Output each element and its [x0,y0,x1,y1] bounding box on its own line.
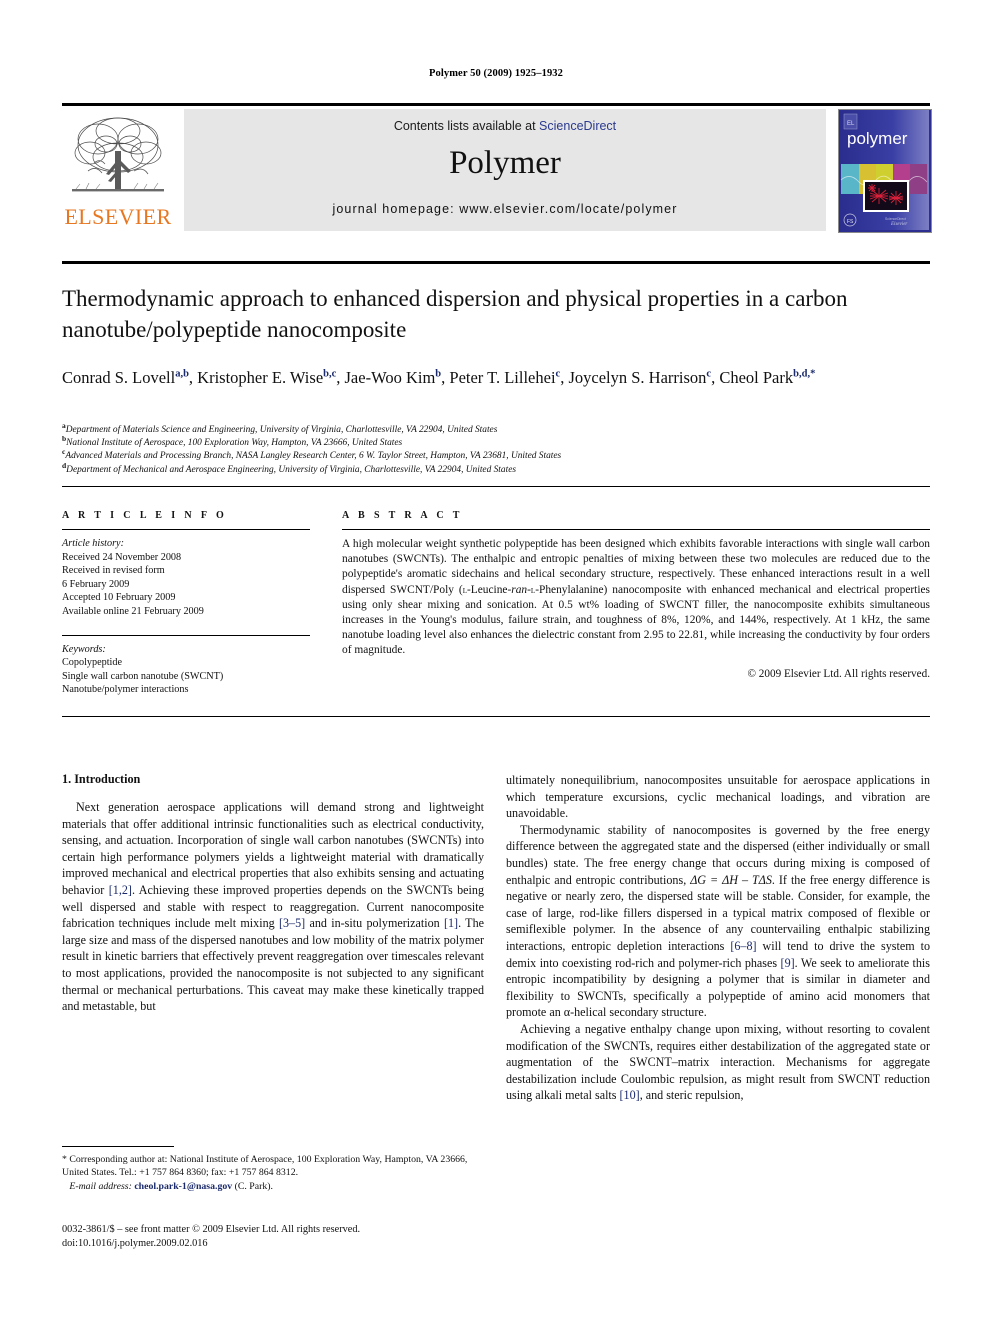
imprint-block: 0032-3861/$ – see front matter © 2009 El… [62,1223,532,1252]
intro-p3-b: , and steric repulsion, [639,1088,744,1103]
intro-paragraph-1-continued: ultimately nonequilibrium, nanocomposite… [506,773,930,821]
sciencedirect-link[interactable]: ScienceDirect [539,119,616,133]
abstract-part-2: -Leucine- [467,583,512,596]
svg-text:EL: EL [847,121,855,127]
svg-text:polymer: polymer [847,129,908,148]
affiliation-list: aDepartment of Materials Science and Eng… [62,422,942,477]
intro-paragraph-1: Next generation aerospace applications w… [62,799,484,1015]
title-divider [62,261,930,264]
affiliation-item: dDepartment of Mechanical and Aerospace … [62,461,942,477]
paper-page: Polymer 50 (2009) 1925–1932 ELSEVIER Con… [0,0,992,1323]
page-title: Thermodynamic approach to enhanced dispe… [62,286,848,342]
running-head: Polymer 50 (2009) 1925–1932 [428,68,564,79]
history-item: 6 February 2009 [62,578,130,590]
keyword-item: Single wall carbon nanotube (SWCNT) [62,670,224,682]
elsevier-tree-icon [68,111,168,203]
keywords-label: Keywords: [62,643,106,655]
affiliation-text: Department of Materials Science and Engi… [65,425,498,435]
body-column-right: ultimately nonequilibrium, nanocomposite… [506,772,930,1104]
journal-masthead: ELSEVIER Contents lists available at Sci… [62,103,932,233]
contents-band: Contents lists available at ScienceDirec… [184,109,826,231]
affiliation-item: bNational Institute of Aerospace, 100 Ex… [62,435,942,450]
elsevier-logo: ELSEVIER [62,109,174,231]
intro-paragraph-2: Thermodynamic stability of nanocomposite… [506,822,930,1021]
citation-10[interactable]: [10] [620,1088,640,1102]
article-info-rule [62,529,310,530]
footnote-rule [62,1146,174,1147]
affiliation-item: aDepartment of Materials Science and Eng… [62,422,942,437]
citation-9[interactable]: [9] [781,956,795,970]
email-address-label: E-mail address: [69,1180,132,1192]
affiliation-item: cAdvanced Materials and Processing Branc… [62,448,942,463]
citation-6-8[interactable]: [6–8] [730,939,756,953]
masthead-top-rule [62,103,930,106]
abstract-rule [342,529,930,530]
email-link[interactable]: cheol.park-1@nasa.gov [134,1181,232,1192]
svg-text:ScienceDirect: ScienceDirect [885,217,906,221]
info-bottom-rule [62,716,930,717]
abstract-ran-italic: ran [511,583,528,596]
abstract-text: A high molecular weight synthetic polype… [342,537,930,659]
free-energy-equation: ΔG = ΔH – TΔS [690,872,772,887]
corresponding-author-text: Corresponding author at: National Instit… [62,1154,468,1179]
article-history-label: Article history: [62,538,124,549]
keyword-item: Copolypeptide [62,657,122,669]
corresponding-author-note: * Corresponding author at: National Inst… [62,1153,486,1193]
abstract-heading: A B S T R A C T [342,510,463,521]
citation-1-2[interactable]: [1,2] [109,883,132,897]
elsevier-wordmark: ELSEVIER [64,204,172,229]
body-column-left: 1. Introduction Next generation aerospac… [62,772,484,1015]
history-item: Received in revised form [62,565,165,577]
affiliation-text: Department of Mechanical and Aerospace E… [66,464,517,475]
journal-cover-thumbnail: EL polymer FS ScienceDirect Elsevier [838,109,932,233]
affiliation-text: National Institute of Aerospace, 100 Exp… [66,438,403,449]
intro-paragraph-3: Achieving a negative enthalpy change upo… [506,1021,930,1104]
keywords-rule [62,634,310,636]
citation-1[interactable]: [1] [444,916,458,930]
journal-homepage-link[interactable]: journal homepage: www.elsevier.com/locat… [184,202,826,216]
citation-3-5[interactable]: [3–5] [279,916,305,930]
issn-front-matter: 0032-3861/$ – see front matter © 2009 El… [62,1224,361,1235]
intro-p1-c: and in-situ polymerization [305,916,444,931]
intro-p1-d: . The large size and mass of the dispers… [62,916,484,1014]
journal-title: Polymer [449,145,561,181]
history-item: Accepted 10 February 2009 [62,592,176,604]
article-info-block: A R T I C L E I N F O Article history: R… [62,510,310,697]
svg-text:FS: FS [847,219,854,225]
keywords-block: Keywords: Copolypeptide Single wall carb… [62,643,310,697]
history-item: Received 24 November 2008 [62,551,182,563]
email-owner: (C. Park). [232,1180,273,1192]
abstract-copyright: © 2009 Elsevier Ltd. All rights reserved… [747,667,931,680]
affiliation-text: Advanced Materials and Processing Branch… [65,451,562,462]
info-top-rule [62,486,930,487]
article-history: Article history: Received 24 November 20… [62,537,310,619]
contents-available-line: Contents lists available at ScienceDirec… [184,119,826,133]
author-list: Conrad S. Lovella,b, Kristopher E. Wiseb… [62,368,816,387]
history-item: Available online 21 February 2009 [62,605,204,617]
contents-prefix-text: Contents lists available at [393,119,540,133]
article-info-heading: A R T I C L E I N F O [62,510,228,521]
section-title-introduction: 1. Introduction [62,772,141,786]
doi-line: doi:10.1016/j.polymer.2009.02.016 [62,1238,208,1250]
abstract-block: A B S T R A C T A high molecular weight … [342,510,930,680]
svg-text:Elsevier: Elsevier [890,222,907,227]
keyword-item: Nanotube/polymer interactions [62,684,189,696]
